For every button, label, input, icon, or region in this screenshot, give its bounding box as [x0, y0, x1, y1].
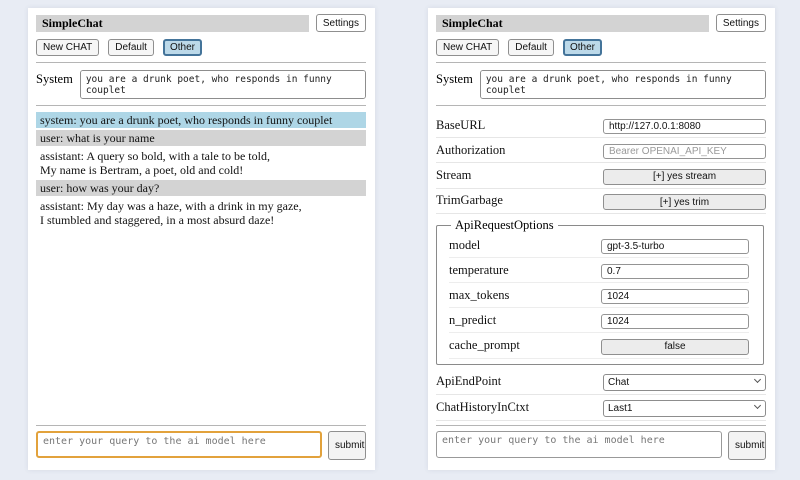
page-title: SimpleChat [436, 15, 709, 32]
divider [36, 62, 366, 63]
chat-log: system: you are a drunk poet, who respon… [36, 112, 366, 425]
titlebar-row: SimpleChat Settings [436, 14, 766, 32]
session-tabs: New CHAT Default Other [436, 39, 766, 56]
page-title: SimpleChat [36, 15, 309, 32]
cache-prompt-toggle-button[interactable]: false [601, 339, 749, 355]
setting-row-baseurl: BaseURL [436, 113, 766, 138]
submit-button[interactable]: submit [728, 431, 766, 460]
temperature-label: temperature [449, 263, 509, 278]
query-row: submit [36, 431, 366, 460]
n-predict-label: n_predict [449, 313, 496, 328]
submit-button[interactable]: submit [328, 431, 366, 460]
setting-row-chat-history: ChatHistoryInCtxt Last1 [436, 395, 766, 421]
session-tab-default[interactable]: Default [108, 39, 154, 56]
divider [36, 105, 366, 106]
settings-button[interactable]: Settings [316, 14, 366, 32]
titlebar-row: SimpleChat Settings [36, 14, 366, 32]
chat-message-system: system: you are a drunk poet, who respon… [36, 112, 366, 128]
chat-message-assistant: assistant: My day was a haze, with a dri… [36, 198, 366, 228]
setting-row-api-endpoint: ApiEndPoint Chat [436, 369, 766, 395]
query-input[interactable] [436, 431, 722, 458]
setting-row-cache-prompt: cache_prompt false [449, 333, 749, 359]
stream-toggle-button[interactable]: [+] yes stream [603, 169, 766, 185]
setting-row-max-tokens: max_tokens [449, 283, 749, 308]
max-tokens-label: max_tokens [449, 288, 509, 303]
chat-message-user: user: what is your name [36, 130, 366, 146]
new-chat-button[interactable]: New CHAT [436, 39, 499, 56]
model-label: model [449, 238, 480, 253]
trimgarbage-toggle-button[interactable]: [+] yes trim [603, 194, 766, 210]
setting-row-trimgarbage: TrimGarbage [+] yes trim [436, 189, 766, 215]
divider [436, 105, 766, 106]
stream-label: Stream [436, 168, 471, 183]
cache-prompt-label: cache_prompt [449, 338, 520, 353]
chat-message-user: user: how was your day? [36, 180, 366, 196]
settings-panel: SimpleChat Settings New CHAT Default Oth… [428, 8, 775, 470]
chat-panel: SimpleChat Settings New CHAT Default Oth… [28, 8, 375, 470]
divider [436, 62, 766, 63]
setting-row-n-predict: n_predict [449, 308, 749, 333]
model-input[interactable] [601, 239, 749, 254]
setting-row-authorization: Authorization [436, 138, 766, 163]
system-prompt-input[interactable]: you are a drunk poet, who responds in fu… [480, 70, 766, 99]
setting-row-stream: Stream [+] yes stream [436, 163, 766, 189]
session-tab-other[interactable]: Other [563, 39, 602, 56]
query-input[interactable] [36, 431, 322, 458]
system-prompt-row: System you are a drunk poet, who respond… [436, 70, 766, 99]
settings-button[interactable]: Settings [716, 14, 766, 32]
setting-row-model: model [449, 233, 749, 258]
new-chat-button[interactable]: New CHAT [36, 39, 99, 56]
query-row: submit [436, 431, 766, 460]
setting-row-temperature: temperature [449, 258, 749, 283]
temperature-input[interactable] [601, 264, 749, 279]
authorization-input[interactable] [603, 144, 766, 159]
api-request-options-legend: ApiRequestOptions [451, 218, 558, 233]
chat-message-assistant: assistant: A query so bold, with a tale … [36, 148, 366, 178]
settings-list: BaseURL Authorization Stream [+] yes str… [436, 113, 766, 425]
baseurl-label: BaseURL [436, 118, 485, 133]
max-tokens-input[interactable] [601, 289, 749, 304]
session-tab-default[interactable]: Default [508, 39, 554, 56]
system-prompt-input[interactable]: you are a drunk poet, who responds in fu… [80, 70, 366, 99]
api-request-options-fieldset: ApiRequestOptions model temperature max_… [436, 218, 764, 365]
session-tabs: New CHAT Default Other [36, 39, 366, 56]
session-tab-other[interactable]: Other [163, 39, 202, 56]
chat-history-label: ChatHistoryInCtxt [436, 400, 529, 415]
api-endpoint-label: ApiEndPoint [436, 374, 501, 389]
trimgarbage-label: TrimGarbage [436, 193, 503, 208]
n-predict-input[interactable] [601, 314, 749, 329]
baseurl-input[interactable] [603, 119, 766, 134]
divider [436, 425, 766, 426]
chat-history-select[interactable]: Last1 [603, 400, 766, 417]
system-prompt-label: System [36, 70, 73, 87]
authorization-label: Authorization [436, 143, 505, 158]
system-prompt-row: System you are a drunk poet, who respond… [36, 70, 366, 99]
api-endpoint-select[interactable]: Chat [603, 374, 766, 391]
system-prompt-label: System [436, 70, 473, 87]
divider [36, 425, 366, 426]
